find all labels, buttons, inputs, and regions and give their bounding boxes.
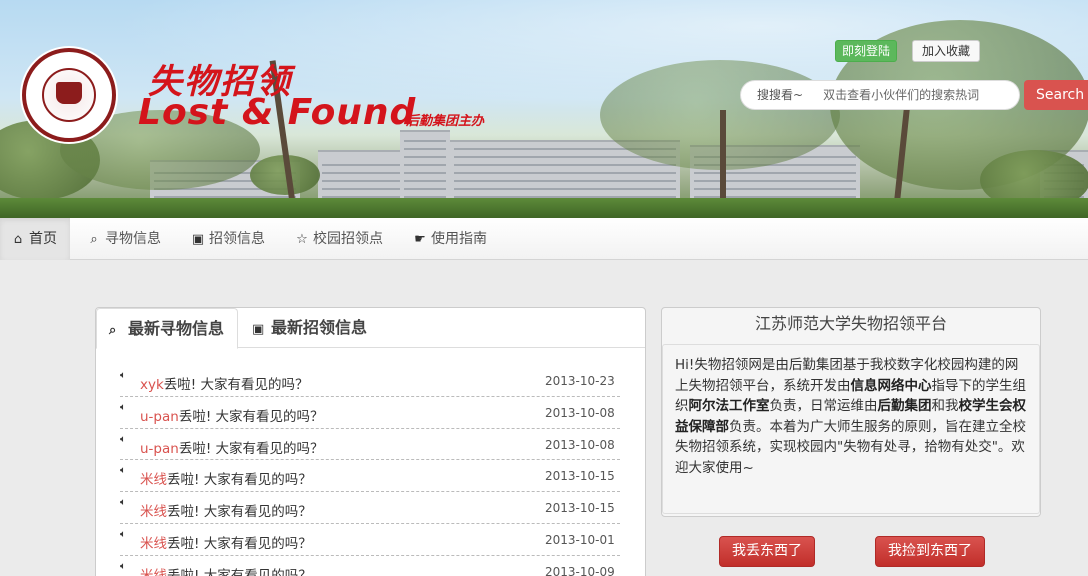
item-date: 2013-10-23 [545,374,615,388]
list-item[interactable]: 🔈︎ 米线丢啦! 大家有看见的吗？ 2013-10-01 [120,524,620,556]
site-title-en: Lost & Found [138,92,417,133]
nav-label: 使用指南 [431,231,487,247]
search-input[interactable]: 搜搜看~ 双击查看小伙伴们的搜索热词 [740,80,1020,110]
panel-title: 江苏师范大学失物招领平台 [754,314,947,333]
item-user: 米线 [140,504,167,521]
nav-item-home[interactable]: ⌂ 首页 [0,218,70,260]
item-date: 2013-10-01 [545,532,615,547]
hand-pointer-icon: ☛ [414,232,426,247]
nav-item-guide[interactable]: ☛ 使用指南 [412,218,487,260]
intro-org-network-center: 信息网络中心 [850,377,932,394]
list-item[interactable]: 🔈︎ 米线丢啦! 大家有看见的吗？ 2013-10-15 [120,492,620,524]
speaker-icon: 🔈︎ [120,528,126,540]
add-favorite-button[interactable]: 加入收藏 [912,40,980,62]
nav-label: 首页 [29,231,57,247]
item-text[interactable]: xyk丢啦! 大家有看见的吗？ [140,373,309,393]
item-date: 2013-10-08 [545,437,615,452]
item-user: u-pan [140,408,179,425]
platform-intro-panel: 江苏师范大学失物招领平台 Hi!失物招领网是由后勤集团基于我校数字化校园构建的网… [661,307,1041,517]
item-text[interactable]: 米线丢啦! 大家有看见的吗？ [140,564,312,576]
item-text[interactable]: u-pan丢啦! 大家有看见的吗？ [140,437,324,457]
latest-info-panel: ⌕ 最新寻物信息 ▣ 最新招领信息 🔈︎ xyk丢啦! 大家有看见的吗？ 2013-… [95,307,646,576]
intro-org-alpha-studio: 阿尔法工作室 [688,398,770,414]
item-user: xyk [140,377,164,393]
item-user: u-pan [140,440,179,457]
login-button[interactable]: 即刻登陆 [835,40,897,62]
main-nav: ⌂ 首页 ⌕ 寻物信息 ▣ 招领信息 ☆ 校园招领点 ☛ 使用指南 [0,218,1088,260]
item-message: 丢啦! 大家有看见的吗？ [167,567,312,576]
item-date: 2013-10-15 [545,469,615,484]
picture-icon: ▣ [252,322,265,337]
list-item[interactable]: 🔈︎ u-pan丢啦! 大家有看见的吗？ 2013-10-08 [120,397,620,429]
speaker-icon: 🔈︎ [120,370,126,381]
list-item[interactable]: 🔈︎ u-pan丢啦! 大家有看见的吗？ 2013-10-08 [120,429,620,461]
nav-item-found[interactable]: ▣ 招领信息 [190,218,265,260]
info-tabs: ⌕ 最新寻物信息 ▣ 最新招领信息 [96,308,645,349]
item-text[interactable]: 米线丢啦! 大家有看见的吗？ [140,532,312,552]
item-user: 米线 [140,472,167,489]
item-message: 丢啦! 大家有看见的吗？ [178,440,324,457]
intro-text-part: 负责，日常运维由 [769,398,878,414]
university-logo [22,48,116,142]
home-icon: ⌂ [13,232,23,247]
logo-emblem [56,82,82,104]
hedge [0,198,1088,218]
nav-item-locations[interactable]: ☆ 校园招领点 [294,218,383,260]
tree-trunk [720,110,726,210]
nav-item-lost[interactable]: ⌕ 寻物信息 [86,218,161,260]
lost-something-button[interactable]: 我丢东西了 [719,536,815,567]
nav-label: 招领信息 [209,231,265,247]
item-message: 丢啦! 大家有看见的吗？ [167,472,312,489]
intro-org-logistics: 后勤集团 [877,398,932,414]
search-icon: ⌕ [90,232,98,247]
tab-label: 最新寻物信息 [128,319,225,338]
site-subtitle: 后勤集团主办 [406,114,485,129]
tab-label: 最新招领信息 [271,318,368,337]
item-user: 米线 [140,567,167,576]
list-item[interactable]: 🔈︎ 米线丢啦! 大家有看见的吗？ 2013-10-15 [120,460,620,493]
item-message: 丢啦! 大家有看见的吗？ [163,377,309,393]
tab-latest-found[interactable]: ▣ 最新招领信息 [252,308,367,348]
search-button[interactable]: Search [1024,80,1088,110]
item-date: 2013-10-09 [545,564,615,576]
item-user: 米线 [140,535,167,552]
star-icon: ☆ [296,232,308,247]
list-item[interactable]: 🔈︎ 米线丢啦! 大家有看见的吗？ 2013-10-09 [120,556,620,576]
speaker-icon: 🔈︎ [120,401,126,413]
nav-label: 校园招领点 [313,231,383,247]
item-date: 2013-10-15 [545,501,615,516]
header-banner: 失物招领 Lost & Found 后勤集团主办 即刻登陆 加入收藏 搜搜看~ 双… [0,0,1088,218]
intro-text-part: 和我 [931,398,959,414]
list-item[interactable]: 🔈︎ xyk丢啦! 大家有看见的吗？ 2013-10-23 [120,365,620,397]
nav-label: 寻物信息 [105,231,161,247]
item-text[interactable]: u-pan丢啦! 大家有看见的吗？ [140,405,324,425]
speaker-icon: 🔈︎ [120,465,126,477]
item-message: 丢啦! 大家有看见的吗？ [178,408,324,425]
item-text[interactable]: 米线丢啦! 大家有看见的吗？ [140,468,312,488]
item-text[interactable]: 米线丢啦! 大家有看见的吗？ [140,500,312,520]
tab-latest-lost[interactable]: ⌕ 最新寻物信息 [96,308,238,349]
item-date: 2013-10-08 [545,405,615,420]
speaker-icon: 🔈︎ [120,497,126,509]
lost-items-list: 🔈︎ xyk丢啦! 大家有看见的吗？ 2013-10-23 🔈︎ u-pan丢啦… [120,365,620,576]
found-something-button[interactable]: 我捡到东西了 [875,536,985,567]
item-message: 丢啦! 大家有看见的吗？ [167,504,312,521]
intro-text: Hi!失物招领网是由后勤集团基于我校数字化校园构建的网上失物招领平台，系统开发由… [662,344,1040,514]
search-placeholder: 双击查看小伙伴们的搜索热词 [823,88,980,102]
search-label: 搜搜看~ [757,88,804,102]
item-message: 丢啦! 大家有看见的吗？ [167,535,312,552]
picture-icon: ▣ [191,232,205,247]
search-icon: ⌕ [109,323,117,338]
speaker-icon: 🔈︎ [120,433,126,445]
speaker-icon: 🔈︎ [120,560,126,572]
